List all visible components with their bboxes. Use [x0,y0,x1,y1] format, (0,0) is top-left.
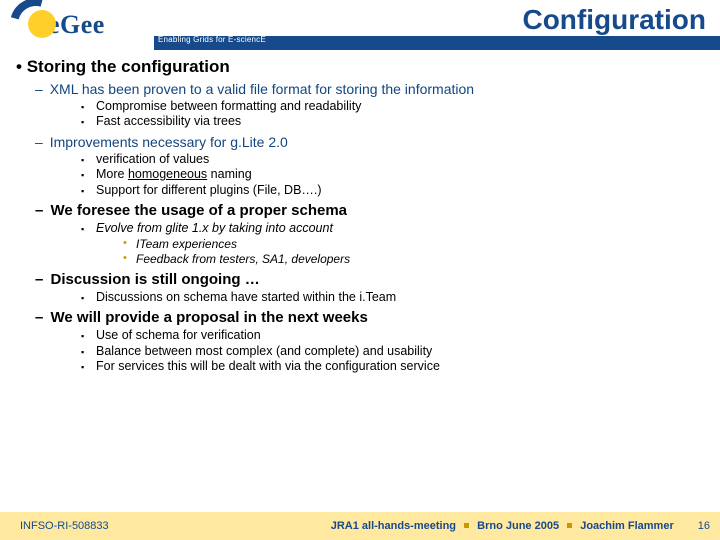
sub-bullet: Support for different plugins (File, DB…… [96,183,710,199]
slide-body: Storing the configuration XML has been p… [16,54,710,506]
bullet-discussion: Discussion is still ongoing … [50,271,710,290]
footer-place: Brno June 2005 [477,520,559,532]
footer-right: JRA1 all-hands-meeting Brno June 2005 Jo… [331,520,710,532]
text-frag: naming [207,167,251,181]
slide-title: Configuration [522,4,706,36]
footer-reference: INFSO-RI-508833 [20,520,109,532]
logo-icon [8,4,50,46]
subsub-bullet: Feedback from testers, SA1, developers [136,252,710,267]
bullet-proposal: We will provide a proposal in the next w… [50,309,710,328]
sub-bullet: Fast accessibility via trees [96,114,710,130]
bullet-improvements: Improvements necessary for g.Lite 2.0 [50,134,710,152]
sub-bullet: Evolve from glite 1.x by taking into acc… [96,221,710,237]
sub-bullet: Compromise between formatting and readab… [96,99,710,115]
egee-logo: eGee [8,4,105,46]
separator-icon [464,523,469,528]
heading: Storing the configuration [16,56,710,77]
bullet-xml: XML has been proven to a valid file form… [50,81,710,99]
text-frag: More [96,167,128,181]
separator-icon [567,523,572,528]
sub-bullet: Discussions on schema have started withi… [96,290,710,306]
footer-info: JRA1 all-hands-meeting Brno June 2005 Jo… [331,520,674,532]
slide-footer: INFSO-RI-508833 JRA1 all-hands-meeting B… [0,512,720,540]
footer-meeting: JRA1 all-hands-meeting [331,520,456,532]
sub-bullet: verification of values [96,152,710,168]
slide-header: eGee Configuration Enabling Grids for E-… [0,0,720,48]
bullet-schema: We foresee the usage of a proper schema [50,202,710,221]
subsub-bullet: ITeam experiences [136,237,710,252]
sub-bullet: Balance between most complex (and comple… [96,344,710,360]
tagline-text: Enabling Grids for E-sciencE [158,35,266,44]
footer-author: Joachim Flammer [580,520,674,532]
underlined-word: homogeneous [128,167,207,181]
sub-bullet: More homogeneous naming [96,167,710,183]
sub-bullet: For services this will be dealt with via… [96,359,710,375]
sub-bullet: Use of schema for verification [96,328,710,344]
page-number: 16 [698,520,710,532]
